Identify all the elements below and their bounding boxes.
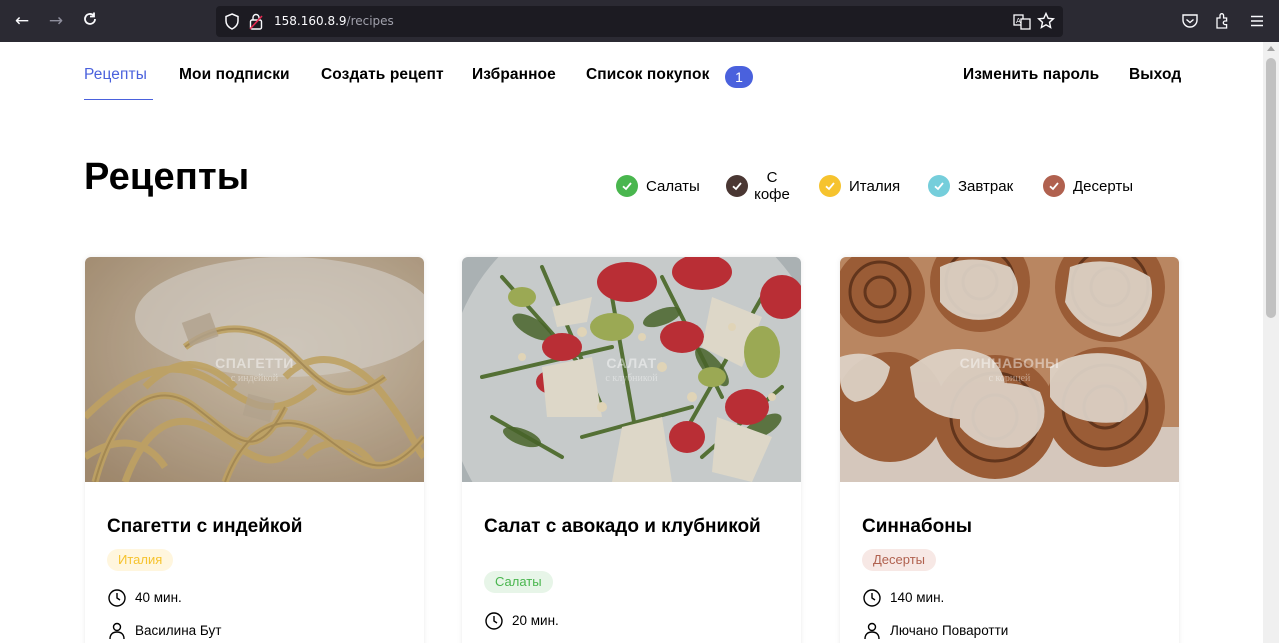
browser-toolbar: ← → 158.160.8.9/recipes A: [0, 0, 1279, 42]
nav-subscriptions[interactable]: Мои подписки: [179, 66, 290, 84]
recipe-tag-pill: Десерты: [862, 549, 937, 571]
recipe-time-text: 40 мин.: [135, 590, 182, 605]
menu-icon[interactable]: [1248, 12, 1266, 30]
recipe-title[interactable]: Салат с авокадо и клубникой: [484, 515, 784, 538]
nav-shopping-list[interactable]: Список покупок: [586, 66, 709, 84]
check-icon: [616, 175, 638, 197]
user-icon: [864, 622, 880, 640]
extensions-icon[interactable]: [1214, 12, 1232, 30]
clock-icon: [863, 589, 881, 607]
tag-label: Десерты: [1073, 178, 1134, 195]
recipe-card[interactable]: САЛАТ с клубникой Салат с авокадо и клуб…: [462, 257, 801, 643]
nav-create-recipe[interactable]: Создать рецепт: [321, 66, 444, 84]
recipe-card[interactable]: СПАГЕТТИ с индейкой Спагетти с индейкой …: [85, 257, 424, 643]
user-icon: [109, 622, 125, 640]
scroll-up-arrow-icon[interactable]: [1267, 46, 1275, 51]
tag-label: Италия: [849, 178, 901, 195]
nav-logout[interactable]: Выход: [1129, 66, 1181, 84]
recipe-time-text: 20 мин.: [512, 613, 559, 628]
image-overlay-subtitle: с индейкой: [230, 373, 279, 384]
check-icon: [1043, 175, 1065, 197]
url-host: 158.160.8.9: [274, 14, 347, 28]
reload-icon[interactable]: [80, 11, 100, 31]
shopping-count-badge: 1: [725, 66, 753, 88]
shield-icon[interactable]: [224, 13, 240, 30]
check-icon: [928, 175, 950, 197]
page-scrollbar[interactable]: [1263, 42, 1279, 643]
image-overlay-title: САЛАТ: [606, 355, 657, 371]
recipe-title[interactable]: Спагетти с индейкой: [107, 515, 407, 538]
recipe-image[interactable]: СИННАБОНЫ с корицей: [840, 257, 1179, 482]
image-overlay-subtitle: с корицей: [988, 373, 1031, 384]
url-path: /recipes: [346, 14, 394, 28]
recipe-title[interactable]: Синнабоны: [862, 515, 1162, 538]
nav-recipes[interactable]: Рецепты: [84, 66, 147, 84]
translate-icon[interactable]: A: [1013, 13, 1031, 31]
check-icon: [819, 175, 841, 197]
tag-label: С кофе: [754, 169, 790, 203]
address-bar[interactable]: 158.160.8.9/recipes A: [216, 6, 1063, 37]
clock-icon: [108, 589, 126, 607]
insecure-lock-icon[interactable]: [249, 13, 263, 30]
recipe-image[interactable]: САЛАТ с клубникой: [462, 257, 801, 482]
check-icon: [726, 175, 748, 197]
recipe-card[interactable]: СИННАБОНЫ с корицей Синнабоны Десерты 14…: [840, 257, 1179, 643]
recipe-author-text[interactable]: Лючано Поваротти: [890, 623, 1008, 638]
svg-text:A: A: [1016, 17, 1021, 25]
pocket-icon[interactable]: [1181, 12, 1199, 30]
image-overlay-title: СПАГЕТТИ: [215, 355, 294, 371]
active-tab-underline: [84, 99, 153, 100]
tag-label: Завтрак: [958, 178, 1014, 195]
bookmark-star-icon[interactable]: [1037, 12, 1055, 30]
recipe-image[interactable]: СПАГЕТТИ с индейкой: [85, 257, 424, 482]
image-overlay-subtitle: с клубникой: [605, 373, 658, 384]
tag-label: Салаты: [646, 178, 700, 195]
nav-favorites[interactable]: Избранное: [472, 66, 556, 84]
image-overlay-title: СИННАБОНЫ: [959, 355, 1060, 371]
forward-arrow-icon[interactable]: →: [46, 11, 66, 31]
clock-icon: [485, 612, 503, 630]
recipe-tag-pill: Салаты: [484, 571, 553, 593]
recipe-tag-pill: Италия: [107, 549, 174, 571]
recipe-time-text: 140 мин.: [890, 590, 945, 605]
nav-change-password[interactable]: Изменить пароль: [963, 66, 1099, 84]
url-text[interactable]: 158.160.8.9/recipes: [274, 14, 394, 28]
back-arrow-icon[interactable]: ←: [12, 11, 32, 31]
recipe-author-text[interactable]: Василина Бут: [135, 623, 221, 638]
tag-filters: Салаты С кофе Италия Завтрак Десерты: [0, 169, 1279, 212]
